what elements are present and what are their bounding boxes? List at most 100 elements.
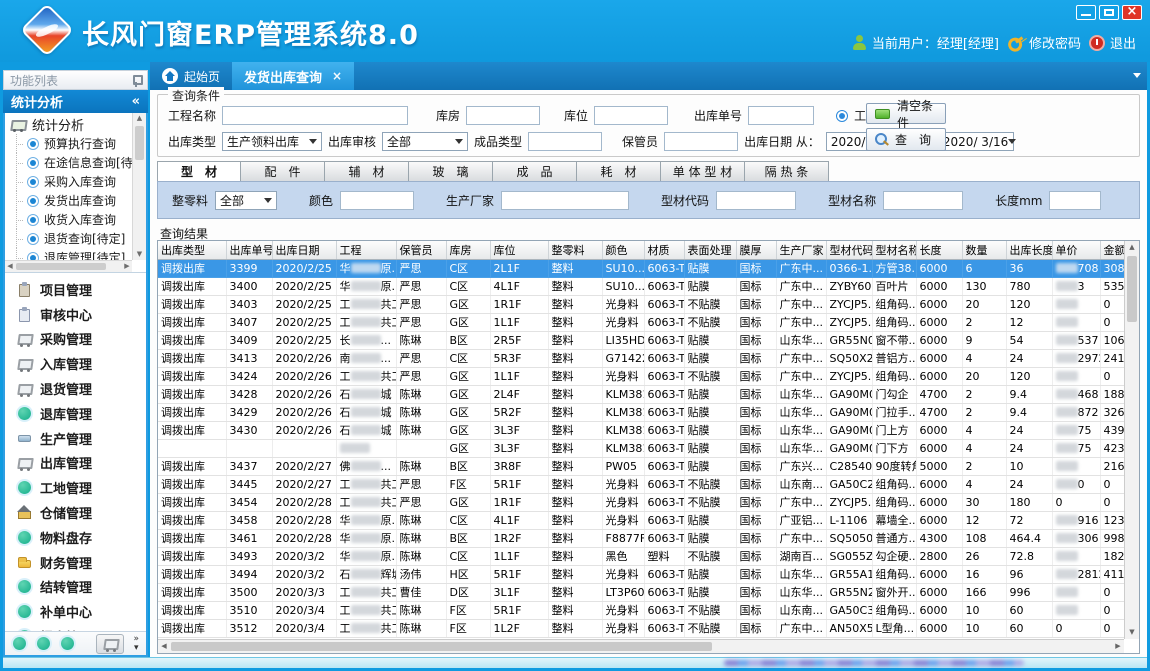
grid-cell[interactable]: 106: [1100, 331, 1124, 349]
grid-column-header[interactable]: 长度: [916, 241, 962, 259]
grid-cell[interactable]: GR55N02: [826, 331, 872, 349]
grid-cell[interactable]: 3454: [226, 493, 272, 511]
grid-cell[interactable]: 贴膜: [684, 457, 736, 475]
grid-cell[interactable]: 3L3F: [490, 439, 548, 457]
location-input[interactable]: [594, 106, 668, 125]
grid-cell[interactable]: 整料: [548, 619, 602, 637]
grid-cell[interactable]: SQ5050T20: [826, 529, 872, 547]
scroll-left-icon[interactable]: ◀: [158, 640, 170, 653]
grid-cell[interactable]: 陈琳: [396, 421, 446, 439]
grid-cell[interactable]: 整料: [548, 385, 602, 403]
tree-item[interactable]: 预算执行查询: [7, 134, 132, 153]
grid-cell[interactable]: 3409: [226, 331, 272, 349]
grid-cell[interactable]: 华原...: [336, 529, 396, 547]
grid-cell[interactable]: 整料: [548, 331, 602, 349]
grid-cell[interactable]: 陈琳: [396, 403, 446, 421]
grid-column-header[interactable]: 金额: [1100, 241, 1124, 259]
grid-cell[interactable]: 华原...: [336, 259, 396, 277]
grid-cell[interactable]: 0: [1052, 493, 1100, 511]
grid-cell[interactable]: 108: [962, 529, 1006, 547]
profile-name-input[interactable]: [883, 191, 963, 210]
grid-cell[interactable]: 6000: [916, 313, 962, 331]
grid-cell[interactable]: 国标: [736, 313, 776, 331]
grid-cell[interactable]: 石城: [336, 385, 396, 403]
grid-cell[interactable]: [158, 439, 226, 457]
grid-cell[interactable]: 1R1F: [490, 493, 548, 511]
material-tab[interactable]: 单 体 型 材: [661, 161, 745, 182]
grid-cell[interactable]: 2020/2/26: [272, 385, 336, 403]
keeper-input[interactable]: [664, 132, 738, 151]
grid-cell[interactable]: [1052, 295, 1100, 313]
grid-column-header[interactable]: 型材代码: [826, 241, 872, 259]
sidebar-section[interactable]: 工地管理: [5, 475, 146, 500]
quick-section-icon[interactable]: [60, 636, 75, 651]
grid-cell[interactable]: 光身料: [602, 295, 644, 313]
grid-cell[interactable]: 4: [962, 439, 1006, 457]
grid-cell[interactable]: 2020/2/26: [272, 403, 336, 421]
grid-cell[interactable]: 0: [1100, 367, 1124, 385]
close-button[interactable]: [1122, 5, 1142, 20]
grid-cell[interactable]: 188: [1100, 385, 1124, 403]
grid-cell[interactable]: 贴膜: [684, 583, 736, 601]
grid-cell[interactable]: 工共工程: [336, 619, 396, 637]
grid-cell[interactable]: 广东中...: [776, 619, 826, 637]
grid-cell[interactable]: 1L2F: [490, 619, 548, 637]
grid-cell[interactable]: 组角码...: [872, 493, 916, 511]
grid-cell[interactable]: 陈琳: [396, 601, 446, 619]
grid-cell[interactable]: 20: [962, 295, 1006, 313]
grid-cell[interactable]: G区: [446, 493, 490, 511]
grid-cell[interactable]: 贴膜: [684, 439, 736, 457]
grid-cell[interactable]: 2800: [916, 547, 962, 565]
material-tab[interactable]: 耗 材: [577, 161, 661, 182]
grid-cell[interactable]: 6063-T5: [644, 349, 684, 367]
scroll-thumb[interactable]: [1127, 256, 1137, 322]
grid-cell[interactable]: 调拨出库: [158, 277, 226, 295]
grid-cell[interactable]: 308: [1100, 259, 1124, 277]
grid-cell[interactable]: 3399: [226, 259, 272, 277]
grid-cell[interactable]: 24: [1006, 349, 1052, 367]
grid-cell[interactable]: 长...: [336, 331, 396, 349]
grid-cell[interactable]: G区: [446, 385, 490, 403]
grid-cell[interactable]: 光身料: [602, 313, 644, 331]
grid-cell[interactable]: 4: [962, 475, 1006, 493]
grid-cell[interactable]: 国标: [736, 403, 776, 421]
grid-cell[interactable]: 国标: [736, 619, 776, 637]
table-row[interactable]: 调拨出库34452020/2/27工共工程严思F区5R1F整料光身料6063-T…: [158, 475, 1124, 493]
tab-shipping-outbound-query[interactable]: 发货出库查询×: [232, 62, 354, 90]
grid-cell[interactable]: 广东中...: [776, 493, 826, 511]
grid-cell[interactable]: 整料: [548, 493, 602, 511]
grid-cell[interactable]: 不贴膜: [684, 601, 736, 619]
product-type-input[interactable]: [528, 132, 602, 151]
grid-cell[interactable]: 3R8F: [490, 457, 548, 475]
grid-cell[interactable]: 国标: [736, 367, 776, 385]
material-tab[interactable]: 型 材: [157, 161, 241, 182]
grid-cell[interactable]: 439: [1100, 421, 1124, 439]
grid-cell[interactable]: 国标: [736, 475, 776, 493]
sidebar-section[interactable]: 项目管理: [5, 277, 146, 302]
grid-cell[interactable]: 24: [1006, 421, 1052, 439]
grid-cell[interactable]: 国标: [736, 295, 776, 313]
grid-cell[interactable]: 整料: [548, 475, 602, 493]
table-row[interactable]: 调拨出库34302020/2/26石城陈琳G区3L3F整料KLM38176063…: [158, 421, 1124, 439]
grid-cell[interactable]: 72: [1006, 511, 1052, 529]
grid-cell[interactable]: 光身料: [602, 565, 644, 583]
grid-cell[interactable]: 90度转角: [872, 457, 916, 475]
grid-column-header[interactable]: 库房: [446, 241, 490, 259]
grid-cell[interactable]: 6000: [916, 277, 962, 295]
profile-code-input[interactable]: [716, 191, 796, 210]
grid-cell[interactable]: 6000: [916, 493, 962, 511]
grid-cell[interactable]: 6063-T5: [644, 457, 684, 475]
grid-cell[interactable]: 贴膜: [684, 529, 736, 547]
grid-column-header[interactable]: 单价: [1052, 241, 1100, 259]
material-tab[interactable]: 隔 热 条: [745, 161, 829, 182]
grid-column-header[interactable]: 生产厂家: [776, 241, 826, 259]
sidebar-section[interactable]: 入库管理: [5, 351, 146, 376]
grid-cell[interactable]: 6000: [916, 295, 962, 313]
grid-cell[interactable]: 整料: [548, 511, 602, 529]
grid-cell[interactable]: 6: [962, 259, 1006, 277]
grid-cell[interactable]: [1052, 547, 1100, 565]
grid-cell[interactable]: C区: [446, 277, 490, 295]
grid-cell[interactable]: 组角码...: [872, 295, 916, 313]
grid-cell[interactable]: 华原...: [336, 547, 396, 565]
grid-cell[interactable]: 光身料: [602, 493, 644, 511]
